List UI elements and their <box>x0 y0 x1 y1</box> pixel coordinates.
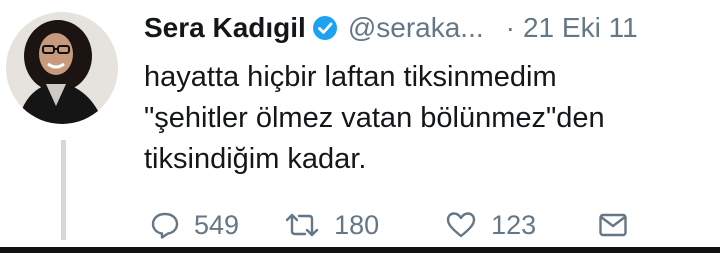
tweet-header: Sera Kadıgil @seraka... · 21 Eki 11 <box>144 8 704 48</box>
verified-badge-icon <box>312 15 338 41</box>
separator-dot: · <box>505 12 515 43</box>
author-name[interactable]: Sera Kadıgil <box>144 12 306 44</box>
tweet-actions: 549 180 123 <box>144 205 684 245</box>
retweet-icon <box>285 213 319 237</box>
tweet-text-line: tiksindiğim kadar. <box>144 143 367 175</box>
envelope-icon <box>599 213 627 237</box>
like-count: 123 <box>491 209 537 240</box>
author-handle[interactable]: @seraka... <box>348 12 484 44</box>
retweet-button[interactable]: 180 <box>284 210 379 241</box>
reply-icon <box>151 212 179 239</box>
thread-line <box>61 140 66 240</box>
retweet-count: 180 <box>334 209 380 240</box>
bottom-divider <box>0 247 720 253</box>
direct-message-button[interactable] <box>598 211 628 239</box>
heart-icon <box>446 212 476 238</box>
tweet-card[interactable]: Sera Kadıgil @seraka... · 21 Eki 11 haya… <box>0 0 720 253</box>
like-button[interactable]: 123 <box>445 210 536 241</box>
reply-button[interactable]: 549 <box>150 210 239 241</box>
tweet-text-line: hayatta hiçbir laftan tiksinmedim <box>144 61 557 93</box>
tweet-date[interactable]: 21 Eki 11 <box>523 12 638 44</box>
avatar-image <box>6 12 118 124</box>
avatar[interactable] <box>6 12 118 124</box>
reply-count: 549 <box>194 209 240 240</box>
tweet-text-line: "şehitler ölmez vatan bölünmez"den <box>144 102 605 134</box>
tweet-text: hayatta hiçbir laftan tiksinmedim "şehit… <box>144 57 704 180</box>
